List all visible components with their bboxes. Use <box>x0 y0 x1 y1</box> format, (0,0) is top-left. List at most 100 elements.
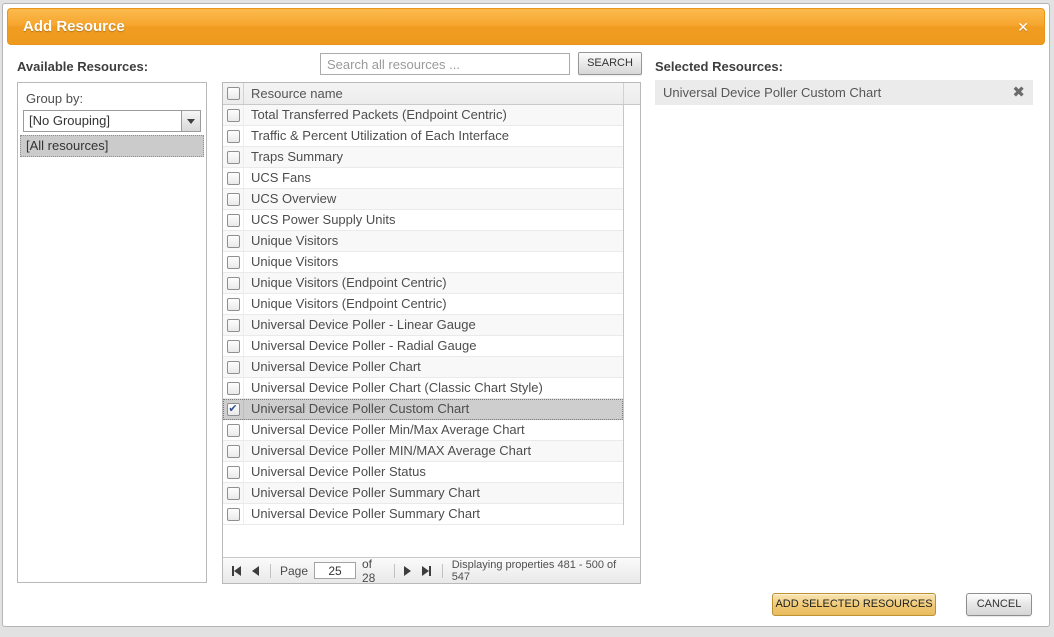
table-row[interactable]: Unique Visitors <box>223 252 623 273</box>
table-row[interactable]: Universal Device Poller - Linear Gauge <box>223 315 623 336</box>
remove-icon[interactable]: ✖ <box>1012 85 1025 100</box>
row-checkbox[interactable] <box>226 507 240 521</box>
row-checkbox[interactable] <box>226 213 240 227</box>
dialog-titlebar: Add Resource ✕ <box>7 8 1045 45</box>
row-checkbox-cell <box>223 126 244 146</box>
prev-page-icon[interactable] <box>252 565 259 576</box>
row-checkbox[interactable] <box>226 318 240 332</box>
next-page-icon[interactable] <box>403 565 411 576</box>
search-button[interactable]: SEARCH <box>578 52 642 75</box>
row-label: Unique Visitors <box>251 233 339 248</box>
selected-resource-item: Universal Device Poller Custom Chart ✖ <box>655 80 1033 105</box>
row-checkbox[interactable] <box>226 276 240 290</box>
row-label: Universal Device Poller Summary Chart <box>251 506 481 521</box>
row-label: Universal Device Poller MIN/MAX Average … <box>251 443 532 458</box>
group-list-item[interactable]: [All resources] <box>20 135 204 157</box>
select-all-checkbox[interactable] <box>226 87 240 100</box>
pager-divider <box>270 563 271 578</box>
table-row[interactable]: UCS Fans <box>223 168 623 189</box>
row-checkbox-cell <box>223 168 244 188</box>
table-row[interactable]: Unique Visitors <box>223 231 623 252</box>
row-checkbox[interactable] <box>226 360 240 374</box>
row-checkbox[interactable] <box>226 255 240 269</box>
table-row[interactable]: Universal Device Poller MIN/MAX Average … <box>223 441 623 462</box>
row-checkbox-cell <box>223 483 244 503</box>
row-checkbox[interactable] <box>226 192 240 206</box>
table-row[interactable]: Universal Device Poller - Radial Gauge <box>223 336 623 357</box>
row-checkbox-cell <box>223 336 244 356</box>
row-label: Universal Device Poller Chart <box>251 359 421 374</box>
pager-divider <box>441 563 443 578</box>
table-row[interactable]: Traffic & Percent Utilization of Each In… <box>223 126 623 147</box>
row-checkbox[interactable] <box>226 444 240 458</box>
row-label: Total Transferred Packets (Endpoint Cent… <box>251 107 507 122</box>
row-checkbox-cell <box>223 462 244 482</box>
table-row[interactable]: Universal Device Poller Summary Chart <box>223 504 623 525</box>
row-label: Universal Device Poller Summary Chart <box>251 485 481 500</box>
table-row[interactable]: Universal Device Poller Status <box>223 462 623 483</box>
pager-divider <box>393 563 395 578</box>
row-checkbox[interactable] <box>226 297 240 311</box>
row-checkbox[interactable] <box>226 171 240 185</box>
row-checkbox-cell: ✔ <box>223 399 244 419</box>
last-page-icon[interactable] <box>421 565 431 576</box>
row-checkbox[interactable] <box>226 129 240 143</box>
row-checkbox-cell <box>223 189 244 209</box>
table-row[interactable]: Universal Device Poller Chart <box>223 357 623 378</box>
row-checkbox-cell <box>223 252 244 272</box>
row-checkbox-cell <box>223 294 244 314</box>
row-checkbox-cell <box>223 441 244 461</box>
close-icon[interactable]: ✕ <box>1017 9 1029 45</box>
row-checkbox-cell <box>223 147 244 167</box>
dialog-title: Add Resource <box>23 18 125 35</box>
row-checkbox-cell <box>223 273 244 293</box>
row-label: Universal Device Poller Chart (Classic C… <box>251 380 543 395</box>
row-label: Traps Summary <box>251 149 343 164</box>
row-checkbox[interactable] <box>226 381 240 395</box>
row-label: Unique Visitors (Endpoint Centric) <box>251 275 447 290</box>
search-input[interactable] <box>320 53 570 75</box>
row-checkbox[interactable] <box>226 423 240 437</box>
row-checkbox-cell <box>223 357 244 377</box>
row-checkbox-cell <box>223 420 244 440</box>
row-label: Unique Visitors <box>251 254 339 269</box>
group-by-dropdown[interactable]: [No Grouping] <box>23 110 201 132</box>
table-row[interactable]: Universal Device Poller Chart (Classic C… <box>223 378 623 399</box>
row-checkbox[interactable] <box>226 108 240 122</box>
row-checkbox-cell <box>223 210 244 230</box>
table-row[interactable]: UCS Power Supply Units <box>223 210 623 231</box>
table-row[interactable]: Traps Summary <box>223 147 623 168</box>
add-selected-resources-button[interactable]: ADD SELECTED RESOURCES <box>772 593 936 616</box>
group-by-value: [No Grouping] <box>29 113 110 128</box>
table-rows: Total Transferred Packets (Endpoint Cent… <box>223 105 624 525</box>
table-row[interactable]: Unique Visitors (Endpoint Centric) <box>223 294 623 315</box>
header-gutter <box>623 83 640 104</box>
table-row[interactable]: UCS Overview <box>223 189 623 210</box>
row-checkbox[interactable]: ✔ <box>226 402 240 416</box>
select-all-cell <box>223 83 244 104</box>
cancel-button[interactable]: CANCEL <box>966 593 1032 616</box>
first-page-icon[interactable] <box>232 565 241 576</box>
row-label: UCS Power Supply Units <box>251 212 396 227</box>
row-checkbox[interactable] <box>226 234 240 248</box>
table-row[interactable]: Universal Device Poller Summary Chart <box>223 483 623 504</box>
resource-table: Resource name Total Transferred Packets … <box>222 82 641 585</box>
table-row[interactable]: Universal Device Poller Min/Max Average … <box>223 420 623 441</box>
page-number-input[interactable] <box>314 562 356 579</box>
chevron-down-icon <box>187 118 195 124</box>
dropdown-button[interactable] <box>181 111 200 131</box>
page-of-label: of 28 <box>362 556 376 585</box>
table-row[interactable]: Unique Visitors (Endpoint Centric) <box>223 273 623 294</box>
add-resource-dialog: Add Resource ✕ Available Resources: SEAR… <box>2 3 1050 627</box>
pagination-status: Displaying properties 481 - 500 of 547 <box>451 558 617 583</box>
row-checkbox[interactable] <box>226 150 240 164</box>
row-checkbox-cell <box>223 315 244 335</box>
row-checkbox[interactable] <box>226 486 240 500</box>
table-header-row: Resource name <box>223 83 640 105</box>
table-row[interactable]: ✔ Universal Device Poller Custom Chart <box>223 399 623 420</box>
table-row[interactable]: Total Transferred Packets (Endpoint Cent… <box>223 105 623 126</box>
row-checkbox[interactable] <box>226 339 240 353</box>
row-label: Universal Device Poller Status <box>251 464 426 479</box>
row-checkbox-cell <box>223 231 244 251</box>
row-checkbox[interactable] <box>226 465 240 479</box>
